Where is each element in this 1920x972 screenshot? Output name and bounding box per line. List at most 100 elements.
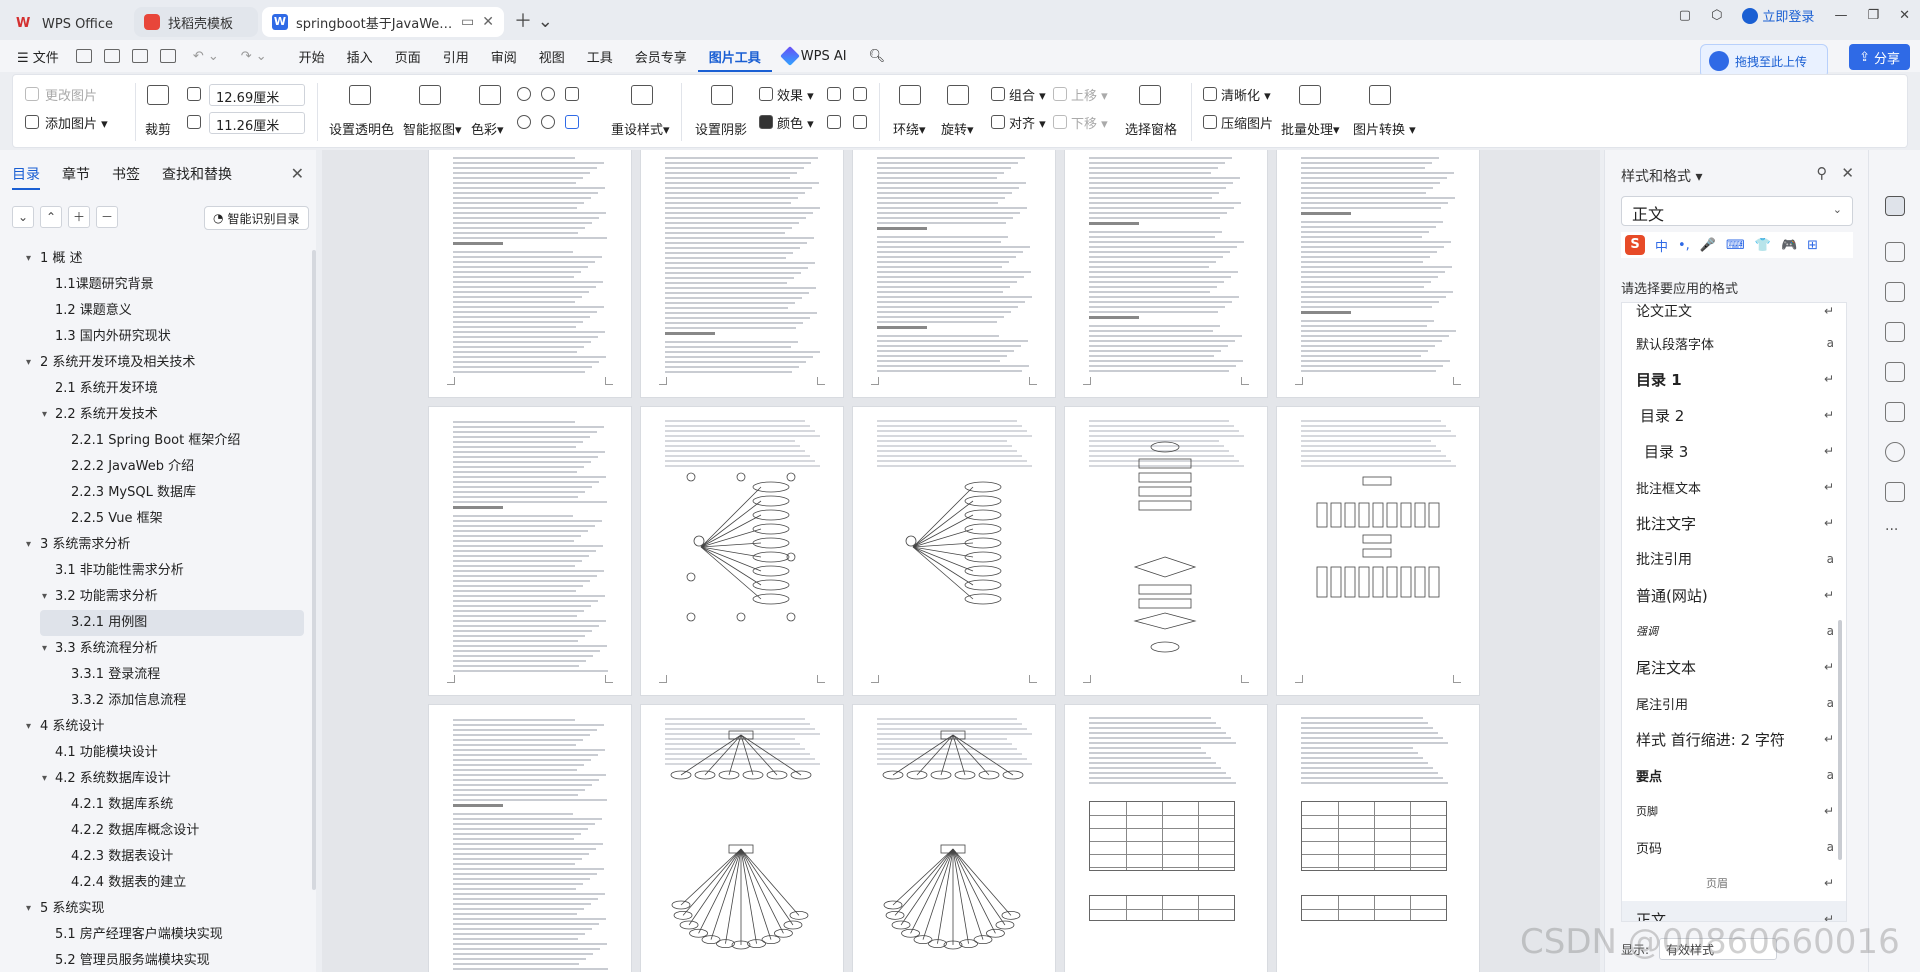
- style-item[interactable]: 样式 首行缩进: 2 字符 ↵: [1622, 721, 1846, 757]
- toc-item[interactable]: 2.2.2 JavaWeb 介绍: [0, 454, 310, 480]
- toc-item[interactable]: ▾ 4.2 系统数据库设计: [0, 766, 310, 792]
- image-icon[interactable]: [827, 87, 841, 101]
- toc-item[interactable]: ▾ 3.3 系统流程分析: [0, 636, 310, 662]
- save-icon[interactable]: [75, 49, 92, 63]
- sogou-ime-icon[interactable]: S: [1625, 235, 1645, 255]
- remove-heading-icon[interactable]: －: [96, 206, 118, 228]
- contrast-icon[interactable]: [541, 87, 555, 101]
- style-item[interactable]: 页脚 ↵: [1622, 793, 1846, 829]
- style-pen-icon[interactable]: [1885, 196, 1905, 216]
- document-page-thumbnail[interactable]: [428, 704, 632, 972]
- document-page-thumbnail[interactable]: [852, 150, 1056, 398]
- toc-item[interactable]: 3.3.2 添加信息流程: [0, 688, 310, 714]
- sharpen-button[interactable]: 清晰化 ▾: [1221, 85, 1271, 104]
- effect-button[interactable]: 效果 ▾: [777, 85, 814, 104]
- document-page-thumbnail[interactable]: [640, 406, 844, 696]
- collapse-icon[interactable]: ⌄: [12, 206, 34, 228]
- brightness-icon[interactable]: [517, 87, 531, 101]
- close-pane-icon[interactable]: ✕: [291, 164, 304, 183]
- screen-icon[interactable]: ▭: [461, 14, 474, 30]
- menu-review[interactable]: 审阅: [480, 47, 528, 66]
- tab-template[interactable]: 找稻壳模板: [134, 7, 258, 37]
- new-tab-icon[interactable]: ＋ ⌄: [514, 7, 553, 33]
- convert-button[interactable]: 图片转换 ▾: [1353, 119, 1416, 138]
- toc-item[interactable]: ▾ 3.2 功能需求分析: [0, 584, 310, 610]
- tab-wps-office[interactable]: W WPS Office: [6, 8, 130, 40]
- style-item[interactable]: 页码 a: [1622, 829, 1846, 865]
- menu-view[interactable]: 视图: [528, 47, 576, 66]
- style-item[interactable]: 目录 1 ↵: [1622, 361, 1846, 397]
- group-button[interactable]: 组合 ▾: [1009, 85, 1046, 104]
- style-item[interactable]: 正文 ↵: [1622, 901, 1846, 921]
- style-item[interactable]: 目录 2 ↵: [1622, 397, 1846, 433]
- menu-start[interactable]: 开始: [288, 47, 336, 66]
- login-button[interactable]: 立即登录: [1742, 6, 1814, 25]
- ime-punct-icon[interactable]: •,: [1678, 238, 1690, 253]
- window-layout-icon[interactable]: ▢: [1679, 8, 1691, 23]
- style-item[interactable]: 普通(网站) ↵: [1622, 577, 1846, 613]
- toc-scrollbar[interactable]: [312, 250, 316, 890]
- menu-file[interactable]: ☰ 文件: [6, 47, 70, 66]
- style-item[interactable]: 批注文字 ↵: [1622, 505, 1846, 541]
- toc-item[interactable]: 1.2 课题意义: [0, 298, 310, 324]
- wps-ai-button[interactable]: WPS AI: [772, 46, 858, 66]
- ime-chinese-icon[interactable]: 中: [1655, 236, 1668, 255]
- help-icon[interactable]: [1885, 442, 1905, 462]
- adjust-icon[interactable]: [1885, 282, 1905, 302]
- shadow-button[interactable]: 设置阴影: [695, 119, 747, 138]
- toc-item[interactable]: 2.2.1 Spring Boot 框架介绍: [0, 428, 310, 454]
- tab-document[interactable]: W springboot基于JavaWeb的房 ▭ ✕: [262, 7, 504, 37]
- toc-item[interactable]: 2.2.5 Vue 框架: [0, 506, 310, 532]
- document-page-thumbnail[interactable]: [1276, 150, 1480, 398]
- styles-pane-title[interactable]: 样式和格式 ▾: [1621, 166, 1702, 186]
- toc-item[interactable]: 3.2.1 用例图: [40, 610, 304, 636]
- toc-item[interactable]: 4.1 功能模块设计: [0, 740, 310, 766]
- shirt-icon[interactable]: [1885, 482, 1905, 502]
- style-item[interactable]: 页眉 ↵: [1622, 865, 1846, 901]
- brightness-down-icon[interactable]: [517, 115, 531, 129]
- document-page-thumbnail[interactable]: [1064, 704, 1268, 972]
- document-page-thumbnail[interactable]: [852, 704, 1056, 972]
- contrast-down-icon[interactable]: [541, 115, 555, 129]
- tab-toc[interactable]: 目录: [12, 164, 40, 190]
- close-tab-icon[interactable]: ✕: [482, 14, 494, 30]
- document-page-thumbnail[interactable]: [428, 406, 632, 696]
- chevron-down-icon[interactable]: ▾: [26, 246, 31, 272]
- close-window-icon[interactable]: ✕: [1899, 8, 1910, 23]
- image-split-icon[interactable]: [853, 115, 867, 129]
- color-button[interactable]: 色彩▾: [471, 119, 504, 138]
- menu-page[interactable]: 页面: [384, 47, 432, 66]
- pin-icon[interactable]: ⚲: [1816, 164, 1827, 182]
- document-page-thumbnail[interactable]: [1276, 406, 1480, 696]
- close-styles-icon[interactable]: ✕: [1841, 164, 1854, 182]
- crop-button[interactable]: 裁剪: [145, 119, 171, 138]
- skin-icon[interactable]: 👕: [1755, 238, 1771, 253]
- chevron-down-icon[interactable]: ▾: [42, 402, 47, 428]
- redo-icon[interactable]: ↷ ⌄: [230, 49, 278, 64]
- chevron-down-icon[interactable]: ▾: [42, 636, 47, 662]
- style-item[interactable]: 批注引用 a: [1622, 541, 1846, 577]
- style-item[interactable]: 尾注引用 a: [1622, 685, 1846, 721]
- export-icon[interactable]: [103, 49, 120, 63]
- microphone-icon[interactable]: 🎤: [1700, 238, 1716, 253]
- style-item[interactable]: 要点 a: [1622, 757, 1846, 793]
- style-item[interactable]: 默认段落字体 a: [1622, 325, 1846, 361]
- drag-upload-button[interactable]: 拖拽至此上传: [1700, 44, 1828, 78]
- toc-item[interactable]: 4.2.2 数据库概念设计: [0, 818, 310, 844]
- style-item[interactable]: 尾注文本 ↵: [1622, 649, 1846, 685]
- wrap-button[interactable]: 环绕▾: [893, 119, 926, 138]
- image-down-icon[interactable]: [827, 115, 841, 129]
- toc-item[interactable]: ▾ 5 系统实现: [0, 896, 310, 922]
- toc-item[interactable]: 4.2.4 数据表的建立: [0, 870, 310, 896]
- smart-cutout-button[interactable]: 智能抠图▾: [403, 119, 462, 138]
- toc-item[interactable]: 5.1 房产经理客户端模块实现: [0, 922, 310, 948]
- style-item[interactable]: 强调 a: [1622, 613, 1846, 649]
- document-page-thumbnail[interactable]: [640, 704, 844, 972]
- document-page-thumbnail[interactable]: [640, 150, 844, 398]
- minimize-icon[interactable]: —: [1834, 8, 1847, 23]
- share-button[interactable]: ⇪ 分享: [1849, 44, 1910, 70]
- document-page-thumbnail[interactable]: [1064, 406, 1268, 696]
- add-image-button[interactable]: 添加图片 ▾: [45, 113, 108, 132]
- menu-tools[interactable]: 工具: [576, 47, 624, 66]
- chevron-down-icon[interactable]: ▾: [26, 714, 31, 740]
